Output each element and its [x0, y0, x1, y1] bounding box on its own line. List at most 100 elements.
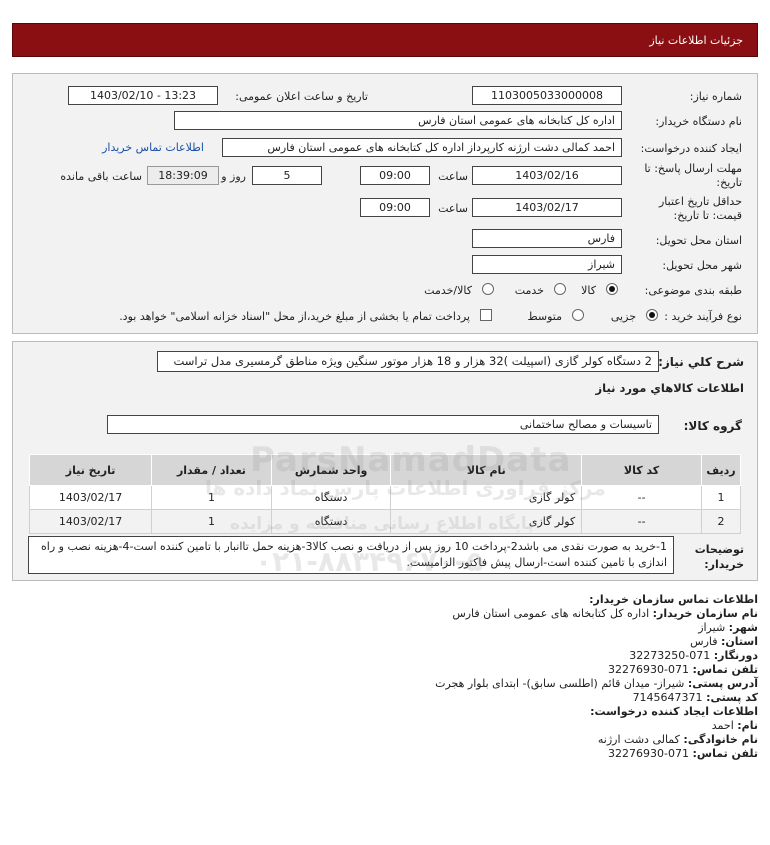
- buyer-phone-label: تلفن تماس:: [692, 663, 758, 676]
- col-row: ردیف: [700, 454, 742, 486]
- process-option-medium: متوسط: [527, 310, 562, 323]
- buyer-province-row: استان: فارس: [690, 635, 758, 648]
- buyer-city-value: شیراز: [698, 621, 726, 634]
- goods-info-title: اطلاعات کالاهاي مورد نياز: [595, 381, 744, 395]
- buyer-city-label: شهر:: [728, 621, 758, 634]
- cell-name: کولر گازی: [390, 509, 583, 534]
- notes-field: 1-خرید به صورت نقدی می باشد2-پرداخت 10 ر…: [28, 536, 674, 574]
- deadline-date-field: 1403/02/16: [472, 166, 622, 185]
- creator-phone-label: تلفن تماس:: [692, 747, 758, 760]
- province-label: استان محل تحویل:: [655, 234, 742, 247]
- cell-row: 2: [700, 509, 742, 534]
- payment-note: پرداخت تمام یا بخشی از مبلغ خرید،از محل …: [119, 310, 470, 323]
- creator-phone-value: 071-32276930: [608, 747, 690, 760]
- announce-date-label: تاریخ و ساعت اعلان عمومی:: [235, 90, 368, 103]
- validity-time-field: 09:00: [360, 198, 430, 217]
- category-radio-goods[interactable]: [606, 283, 618, 295]
- validity-label: حداقل تاریخ اعتبار قیمت: تا تاریخ:: [658, 195, 742, 222]
- cell-name: کولر گازی: [390, 485, 583, 510]
- buyer-fax-row: دورنگار: 071-32273250: [629, 649, 758, 662]
- city-field: شیراز: [472, 255, 622, 274]
- need-number-field: 1103005033000008: [472, 86, 622, 105]
- creator-family-value: کمالی دشت ارژنه: [597, 733, 680, 746]
- goods-group-field: تاسیسات و مصالح ساختمانی: [107, 415, 659, 434]
- deadline-time-label: ساعت: [438, 170, 468, 183]
- cell-qty: 1: [151, 485, 272, 510]
- goods-table: ردیف کد کالا نام کالا واحد شمارش تعداد /…: [28, 454, 742, 534]
- process-label: نوع فرآیند خرید :: [664, 310, 742, 323]
- cell-unit: دستگاه: [270, 509, 392, 534]
- col-name: نام کالا: [390, 454, 583, 486]
- deadline-label: مهلت ارسال پاسخ: تا تاریخ:: [644, 162, 742, 189]
- col-unit: واحد شمارش: [270, 454, 392, 486]
- buyer-contact-link[interactable]: اطلاعات تماس خریدار: [102, 141, 204, 154]
- creator-field: احمد کمالی دشت ارژنه کارپرداز اداره کل ک…: [222, 138, 622, 157]
- buyer-postal-label: کد پستی:: [706, 691, 758, 704]
- page-title: جزئیات اطلاعات نیاز: [649, 34, 743, 47]
- validity-date-field: 1403/02/17: [472, 198, 622, 217]
- summary-field: 2 دستگاه کولر گازی (اسپیلت )32 هزار و 18…: [157, 351, 659, 372]
- treasury-payment-checkbox[interactable]: [480, 309, 492, 321]
- buyer-address-value: شیراز- میدان قائم (اطلسی سابق)- ابتدای ب…: [435, 677, 685, 690]
- category-option-goods: کالا: [581, 284, 596, 297]
- buyer-name-label: نام دستگاه خریدار:: [655, 115, 742, 128]
- city-label: شهر محل تحویل:: [662, 259, 742, 272]
- process-radio-medium[interactable]: [572, 309, 584, 321]
- creator-family-row: نام خانوادگی: کمالی دشت ارژنه: [598, 733, 758, 746]
- goods-group-label: گروه کالا:: [683, 419, 742, 433]
- remaining-time-field: 18:39:09: [147, 166, 219, 185]
- col-date: تاریخ نیاز: [28, 454, 153, 486]
- goods-table-header: ردیف کد کالا نام کالا واحد شمارش تعداد /…: [28, 454, 742, 486]
- creator-phone-row: تلفن تماس: 071-32276930: [608, 747, 758, 760]
- cell-qty: 1: [151, 509, 272, 534]
- province-field: فارس: [472, 229, 622, 248]
- creator-label: ایجاد کننده درخواست:: [640, 142, 742, 155]
- deadline-time-field: 09:00: [360, 166, 430, 185]
- creator-family-label: نام خانوادگی:: [683, 733, 758, 746]
- category-option-service: خدمت: [514, 284, 544, 297]
- buyer-province-value: فارس: [690, 635, 718, 648]
- table-row: 2 -- کولر گازی دستگاه 1 1403/02/17: [28, 509, 742, 534]
- need-number-label: شماره نیاز:: [689, 90, 742, 103]
- buyer-province-label: استان:: [721, 635, 758, 648]
- days-field: 5: [252, 166, 322, 185]
- buyer-fax-label: دورنگار:: [713, 649, 758, 662]
- buyer-address-label: آدرس پستی:: [687, 677, 758, 690]
- buyer-contact-title: اطلاعات تماس سازمان خریدار:: [589, 593, 758, 606]
- validity-time-label: ساعت: [438, 202, 468, 215]
- table-row: 1 -- کولر گازی دستگاه 1 1403/02/17: [28, 485, 742, 510]
- buyer-fax-value: 071-32273250: [629, 649, 711, 662]
- buyer-phone-value: 071-32276930: [608, 663, 690, 676]
- category-label: طبقه بندی موضوعی:: [644, 284, 742, 297]
- buyer-phone-row: تلفن تماس: 071-32276930: [608, 663, 758, 676]
- summary-label: شرح کلي نياز:: [658, 355, 744, 369]
- buyer-org-row: نام سازمان خریدار: اداره کل کتابخانه های…: [452, 607, 758, 620]
- cell-date: 1403/02/17: [28, 485, 153, 510]
- category-option-both: کالا/خدمت: [424, 284, 472, 297]
- cell-code: --: [581, 509, 702, 534]
- announce-date-field: 1403/02/10 - 13:23: [68, 86, 218, 105]
- buyer-name-field: اداره کل کتابخانه های عمومی استان فارس: [174, 111, 622, 130]
- category-radio-both[interactable]: [482, 283, 494, 295]
- category-radio-service[interactable]: [554, 283, 566, 295]
- buyer-address-row: آدرس پستی: شیراز- میدان قائم (اطلسی سابق…: [435, 677, 758, 690]
- creator-name-value: احمد: [711, 719, 734, 732]
- buyer-org-label: نام سازمان خریدار:: [652, 607, 758, 620]
- process-option-minor: جزیی: [610, 310, 636, 323]
- creator-name-row: نام: احمد: [712, 719, 758, 732]
- buyer-org-value: اداره کل کتابخانه های عمومی استان فارس: [452, 607, 650, 620]
- cell-date: 1403/02/17: [28, 509, 153, 534]
- col-qty: تعداد / مقدار: [151, 454, 272, 486]
- col-code: کد کالا: [581, 454, 702, 486]
- creator-contact-title: اطلاعات ایجاد کننده درخواست:: [590, 705, 758, 718]
- buyer-postal-row: کد پستی: 7145647371: [633, 691, 758, 704]
- cell-code: --: [581, 485, 702, 510]
- process-radio-minor[interactable]: [646, 309, 658, 321]
- cell-unit: دستگاه: [270, 485, 392, 510]
- buyer-postal-value: 7145647371: [632, 691, 703, 704]
- notes-label: توضیحات خریدار:: [694, 543, 744, 571]
- page-header: جزئیات اطلاعات نیاز: [12, 23, 758, 57]
- creator-name-label: نام:: [737, 719, 758, 732]
- buyer-city-row: شهر: شیراز: [698, 621, 758, 634]
- cell-row: 1: [700, 485, 742, 510]
